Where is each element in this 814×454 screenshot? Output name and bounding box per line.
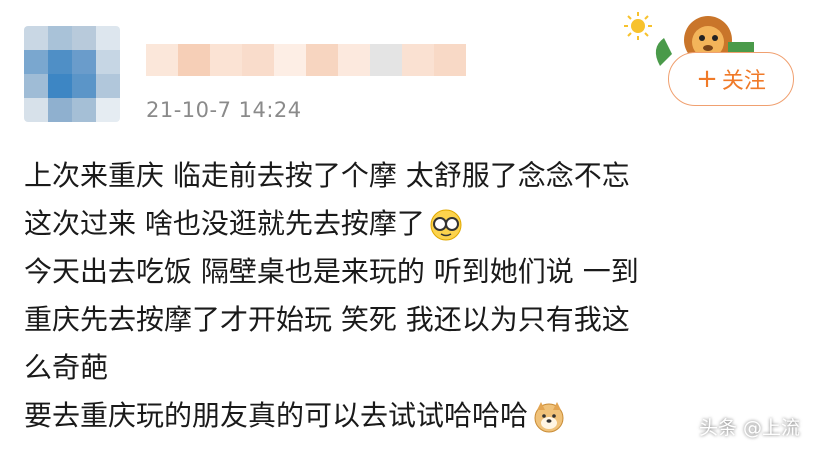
post-body: 上次来重庆 临走前去按了个摩 太舒服了念念不忘 这次过来 啥也没逛就先去按摩了 … <box>24 152 794 440</box>
post-line: 重庆先去按摩了才开始玩 笑死 我还以为只有我这 <box>24 303 630 336</box>
post-line: 这次过来 啥也没逛就先去按摩了 <box>24 200 794 248</box>
username-blurred[interactable] <box>146 44 466 76</box>
avatar[interactable] <box>24 26 120 122</box>
watermark: 头条 @上流 <box>698 417 800 439</box>
glasses-emoji-icon <box>430 209 462 241</box>
post-timestamp: 21-10-7 14:24 <box>146 98 302 122</box>
follow-button[interactable]: + 关注 <box>668 52 794 106</box>
post-line: 要去重庆玩的朋友真的可以去试试哈哈哈 <box>24 392 794 440</box>
doge-emoji-icon <box>534 402 564 433</box>
plus-icon: + <box>696 64 718 94</box>
post-line: 今天出去吃饭 隔壁桌也是来玩的 听到她们说 一到 <box>24 255 639 288</box>
post-line: 么奇葩 <box>24 351 109 384</box>
follow-button-label: 关注 <box>721 69 766 94</box>
post-line: 上次来重庆 临走前去按了个摩 太舒服了念念不忘 <box>24 159 630 192</box>
